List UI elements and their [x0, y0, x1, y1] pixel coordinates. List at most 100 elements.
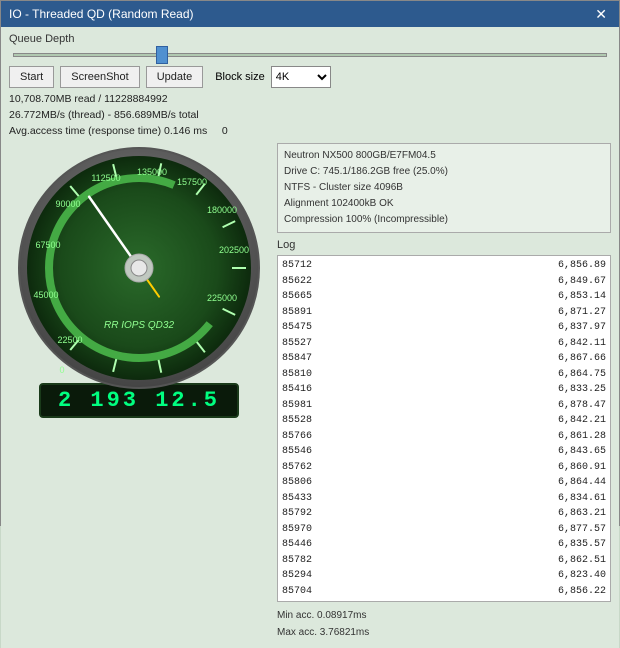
svg-text:0: 0	[59, 365, 64, 375]
log-num: 85622	[282, 274, 322, 290]
window-title: IO - Threaded QD (Random Read)	[9, 7, 194, 21]
log-num: 85792	[282, 506, 322, 522]
block-size-select[interactable]: 4K 512B 1K 2K 8K 16K 32K 64K 128K	[271, 66, 331, 88]
gauge-svg: 22500 45000 67500 90000 112500 135000 15…	[14, 143, 264, 393]
svg-text:112500: 112500	[91, 173, 120, 183]
log-num: 85762	[282, 460, 322, 476]
log-num: 85704	[282, 584, 322, 600]
log-num: 85806	[282, 475, 322, 491]
stats-text: 10,708.70MB read / 11228884992 26.772MB/…	[9, 92, 611, 139]
log-val: 6,834.61	[556, 491, 606, 507]
svg-text:45000: 45000	[33, 290, 58, 300]
log-num: 85528	[282, 413, 322, 429]
content-area: Queue Depth Start ScreenShot Update Bloc…	[1, 27, 619, 648]
log-row: 85981 6,878.47	[282, 398, 606, 414]
svg-text:RR IOPS QD32: RR IOPS QD32	[104, 320, 174, 331]
svg-text:157500: 157500	[177, 177, 207, 187]
log-max-acc: Max acc. 3.76821ms	[277, 624, 611, 641]
queue-depth-section: Queue Depth	[9, 33, 611, 60]
log-num: 85891	[282, 305, 322, 321]
queue-depth-slider[interactable]	[13, 53, 607, 57]
log-row: 85475 6,837.97	[282, 320, 606, 336]
log-num: 85446	[282, 537, 322, 553]
log-row: 85433 6,834.61	[282, 491, 606, 507]
log-val: 6,856.89	[556, 258, 606, 274]
log-num: 85766	[282, 429, 322, 445]
log-val: 6,842.21	[556, 413, 606, 429]
stats-line1: 10,708.70MB read / 11228884992	[9, 92, 611, 108]
log-row: 85294 6,823.40	[282, 568, 606, 584]
log-val: 6,833.25	[556, 382, 606, 398]
log-val: 6,842.11	[556, 336, 606, 352]
screenshot-button[interactable]: ScreenShot	[60, 66, 139, 88]
svg-text:22500: 22500	[57, 335, 82, 345]
log-row: 85622 6,849.67	[282, 274, 606, 290]
log-row: 85665 6,853.14	[282, 289, 606, 305]
log-val: 6,878.47	[556, 398, 606, 414]
stats-line2: 26.772MB/s (thread) - 856.689MB/s total	[9, 108, 611, 124]
log-val: 6,853.14	[556, 289, 606, 305]
log-row: 858106,864.75	[282, 367, 606, 383]
log-val: 6,860.91	[556, 460, 606, 476]
log-val: 6,835.57	[556, 537, 606, 553]
svg-text:90000: 90000	[55, 199, 80, 209]
log-val: 6,877.57	[556, 522, 606, 538]
log-num: 85546	[282, 444, 322, 460]
device-alignment: Alignment 102400kB OK	[284, 196, 604, 212]
log-row: 85782 6,862.51	[282, 553, 606, 569]
log-row: 857126,856.89	[282, 258, 606, 274]
svg-text:180000: 180000	[207, 205, 237, 215]
log-footer: Min acc. 0.08917ms Max acc. 3.76821ms	[277, 606, 611, 642]
log-val: 6,823.40	[556, 568, 606, 584]
log-val: 6,867.66	[556, 351, 606, 367]
log-row: 85970 6,877.57	[282, 522, 606, 538]
close-button[interactable]: ✕	[591, 6, 611, 23]
start-button[interactable]: Start	[9, 66, 54, 88]
svg-text:202500: 202500	[219, 245, 249, 255]
log-val: 6,863.21	[556, 506, 606, 522]
main-area: 22500 45000 67500 90000 112500 135000 15…	[9, 143, 611, 642]
log-num: 85847	[282, 351, 322, 367]
update-button[interactable]: Update	[146, 66, 203, 88]
device-info-box: Neutron NX500 800GB/E7FM04.5 Drive C: 74…	[277, 143, 611, 233]
log-row: 85847 6,867.66	[282, 351, 606, 367]
log-num: 85970	[282, 522, 322, 538]
log-row: 85704 6,856.22	[282, 584, 606, 600]
log-val: 6,843.65	[556, 444, 606, 460]
log-num: 85294	[282, 568, 322, 584]
log-val: 6,862.51	[556, 553, 606, 569]
device-drive: Drive C: 745.1/186.2GB free (25.0%)	[284, 164, 604, 180]
device-compression: Compression 100% (Incompressible)	[284, 212, 604, 228]
log-val: 6,849.67	[556, 274, 606, 290]
log-row: 85806 6,864.44	[282, 475, 606, 491]
title-bar: IO - Threaded QD (Random Read) ✕	[1, 1, 619, 27]
log-num: 85981	[282, 398, 322, 414]
log-row: 85546 6,843.65	[282, 444, 606, 460]
log-row: 85446 6,835.57	[282, 537, 606, 553]
device-name: Neutron NX500 800GB/E7FM04.5	[284, 148, 604, 164]
slider-container	[9, 48, 611, 60]
stats-line3: Avg.access time (response time) 0.146 ms…	[9, 124, 611, 140]
controls-row: Start ScreenShot Update Block size 4K 51…	[9, 66, 611, 88]
block-size-label: Block size	[215, 71, 265, 83]
log-num: 85475	[282, 320, 322, 336]
log-min-acc: Min acc. 0.08917ms	[277, 607, 611, 624]
log-row: 85528 6,842.21	[282, 413, 606, 429]
log-box[interactable]: 857126,856.89856226,849.67856656,853.148…	[277, 255, 611, 602]
svg-text:225000: 225000	[207, 293, 237, 303]
log-row: 85792 6,863.21	[282, 506, 606, 522]
log-val: 6,837.97	[556, 320, 606, 336]
log-num: 85665	[282, 289, 322, 305]
svg-text:135000: 135000	[137, 167, 167, 177]
log-val: 6,864.75	[556, 367, 606, 383]
log-num: 85782	[282, 553, 322, 569]
gauge-area: 22500 45000 67500 90000 112500 135000 15…	[9, 143, 269, 642]
svg-text:67500: 67500	[35, 240, 60, 250]
log-val: 6,864.44	[556, 475, 606, 491]
gauge-wrapper: 22500 45000 67500 90000 112500 135000 15…	[14, 143, 264, 393]
log-row: 854166,833.25	[282, 382, 606, 398]
log-num: 85433	[282, 491, 322, 507]
log-row: 858916,871.27	[282, 305, 606, 321]
log-val: 6,856.22	[556, 584, 606, 600]
queue-depth-label: Queue Depth	[9, 33, 611, 45]
